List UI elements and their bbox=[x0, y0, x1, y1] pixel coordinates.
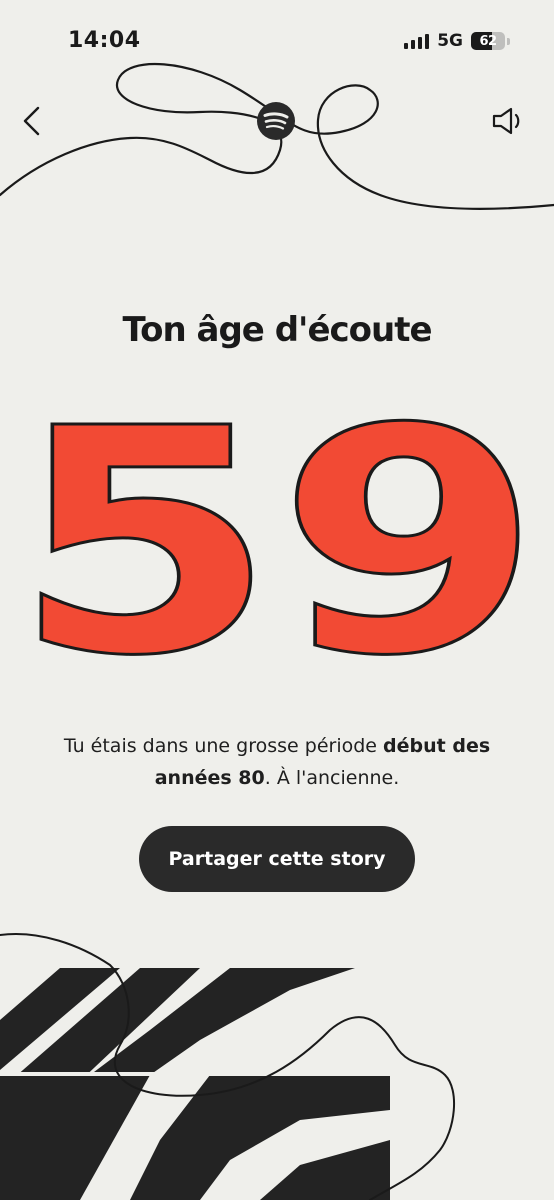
network-type: 5G bbox=[437, 31, 463, 51]
share-story-button[interactable]: Partager cette story bbox=[139, 826, 415, 892]
caption-text-end: . À l'ancienne. bbox=[264, 767, 400, 789]
status-indicators: 5G 62 bbox=[404, 31, 510, 51]
chevron-left-icon[interactable] bbox=[16, 102, 50, 140]
page-title: Ton âge d'écoute bbox=[122, 310, 432, 350]
bottom-stripes-decoration bbox=[0, 933, 456, 1200]
spotify-logo-icon bbox=[257, 102, 295, 140]
speaker-icon[interactable] bbox=[490, 102, 528, 140]
signal-icon bbox=[404, 33, 430, 49]
caption-text-start: Tu étais dans une grosse période bbox=[63, 735, 384, 757]
age-value: 59 bbox=[12, 410, 542, 670]
status-bar: 14:04 5G 62 bbox=[0, 0, 554, 84]
listening-age-number: 59 bbox=[0, 362, 554, 726]
age-caption: Tu étais dans une grosse période début d… bbox=[40, 730, 514, 794]
status-time: 14:04 bbox=[68, 28, 141, 53]
battery-level: 62 bbox=[479, 33, 497, 49]
battery-cap bbox=[507, 37, 510, 45]
battery-icon: 62 bbox=[471, 32, 505, 50]
